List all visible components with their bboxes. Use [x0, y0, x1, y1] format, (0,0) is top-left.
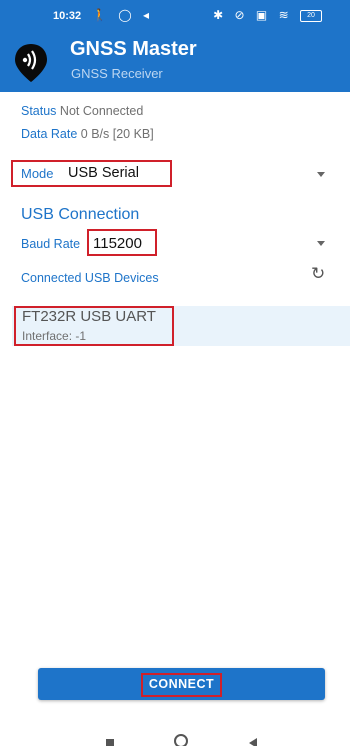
- refresh-icon[interactable]: ↻: [311, 265, 329, 283]
- baud-rate-highlight-box: [87, 229, 157, 256]
- status-bar: 10:32 🚶 ◯ ◂ ✱ ⊘ ▣ ≋ 20: [0, 0, 350, 30]
- data-rate-row: Data Rate 0 B/s [20 KB]: [21, 127, 154, 141]
- connect-highlight-box: [141, 673, 222, 697]
- mode-highlight-box: [11, 160, 172, 187]
- status-label: Status: [21, 104, 57, 118]
- data-rate-value: 0 B/s [20 KB]: [80, 127, 154, 141]
- battery-icon: 20: [300, 9, 322, 22]
- app-header: 10:32 🚶 ◯ ◂ ✱ ⊘ ▣ ≋ 20 GNSS Master GNSS …: [0, 0, 350, 92]
- data-rate-label: Data Rate: [21, 127, 78, 141]
- system-status-icons: ✱ ⊘ ▣ ≋ 20: [213, 8, 322, 22]
- connected-usb-devices-label: Connected USB Devices: [21, 271, 159, 285]
- home-icon[interactable]: [174, 734, 188, 746]
- status-value: Not Connected: [59, 104, 144, 118]
- recents-icon[interactable]: [106, 739, 114, 746]
- usb-connection-heading: USB Connection: [21, 206, 140, 223]
- connectivity-icons: ✱ ⊘ ▣ ≋: [213, 8, 293, 22]
- usb-device-highlight-box: [14, 306, 174, 346]
- system-navigation-bar: [0, 716, 350, 746]
- gnss-pin-logo-icon: [15, 44, 47, 82]
- app-subtitle: GNSS Receiver: [71, 66, 163, 81]
- app-title: GNSS Master: [70, 38, 197, 60]
- baud-rate-dropdown-arrow-icon[interactable]: [317, 241, 325, 246]
- baud-rate-label: Baud Rate: [21, 237, 81, 251]
- status-row: Status Not Connected: [21, 104, 143, 118]
- mode-dropdown-arrow-icon[interactable]: [317, 172, 325, 177]
- app-screen: 10:32 🚶 ◯ ◂ ✱ ⊘ ▣ ≋ 20 GNSS Master GNSS …: [0, 0, 350, 746]
- status-time: 10:32: [53, 10, 82, 22]
- notification-icons: 🚶 ◯ ◂: [92, 8, 154, 22]
- back-icon[interactable]: [249, 738, 257, 746]
